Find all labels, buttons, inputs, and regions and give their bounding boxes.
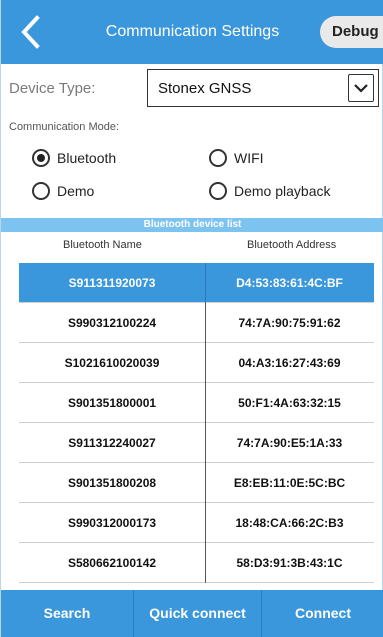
device-row[interactable]: S990312000173 18:48:CA:66:2C:B3: [19, 503, 374, 543]
radio-checked-icon: [32, 149, 50, 167]
radio-unchecked-icon: [209, 149, 227, 167]
device-type-label: Device Type:: [9, 80, 96, 97]
device-name: S901351800001: [67, 396, 157, 410]
device-row[interactable]: S901351800001 50:F1:4A:63:32:15: [19, 383, 374, 423]
device-name: S990312000173: [67, 516, 157, 530]
radio-unchecked-icon: [32, 182, 50, 200]
device-row[interactable]: S990312100224 74:7A:90:75:91:62: [19, 303, 374, 343]
device-name: S990312100224: [67, 316, 157, 330]
radio-demo-playback[interactable]: Demo playback: [209, 182, 331, 200]
device-row[interactable]: S580662100142 58:D3:91:3B:43:1C: [19, 543, 374, 583]
device-row[interactable]: S901351800208 E8:EB:11:0E:5C:BC: [19, 463, 374, 503]
device-address: 50:F1:4A:63:32:15: [238, 396, 341, 410]
device-name: S1021610020039: [64, 356, 160, 370]
dropdown-button[interactable]: [348, 74, 374, 102]
radio-label: Bluetooth: [57, 150, 117, 166]
device-address: 74:7A:90:E5:1A:33: [236, 436, 343, 450]
device-name: S580662100142: [67, 556, 157, 570]
device-address: D4:53:83:61:4C:BF: [236, 276, 343, 290]
column-header-name: Bluetooth Name: [63, 239, 142, 251]
debug-button[interactable]: Debug: [320, 16, 383, 48]
radio-wifi[interactable]: WIFI: [209, 149, 264, 167]
search-button[interactable]: Search: [1, 590, 134, 637]
device-name: S911311920073: [68, 276, 156, 290]
device-address: E8:EB:11:0E:5C:BC: [233, 476, 346, 490]
radio-label: Demo playback: [234, 183, 331, 199]
device-name: S901351800208: [67, 476, 157, 490]
device-type-select[interactable]: Stonex GNSS: [147, 69, 379, 107]
device-list[interactable]: S911311920073 D4:53:83:61:4C:BF S9903121…: [19, 263, 374, 583]
device-address: 18:48:CA:66:2C:B3: [235, 516, 344, 530]
device-row[interactable]: S911311920073 D4:53:83:61:4C:BF: [19, 263, 374, 303]
back-button[interactable]: [15, 14, 49, 50]
footer-bar: Search Quick connect Connect: [1, 590, 383, 637]
column-header-address: Bluetooth Address: [247, 239, 337, 251]
device-address: 58:D3:91:3B:43:1C: [236, 556, 343, 570]
radio-label: Demo: [57, 183, 95, 199]
radio-label: WIFI: [234, 150, 264, 166]
radio-demo[interactable]: Demo: [32, 182, 94, 200]
chevron-down-icon: [354, 84, 368, 93]
quick-connect-button[interactable]: Quick connect: [134, 590, 262, 637]
header-bar: Communication Settings Debug: [1, 0, 383, 64]
chevron-left-icon: [21, 15, 40, 49]
device-list-title: Bluetooth device list: [1, 218, 383, 232]
connect-button[interactable]: Connect: [262, 590, 383, 637]
device-row[interactable]: S1021610020039 04:A3:16:27:43:69: [19, 343, 374, 383]
device-name: S911312240027: [68, 436, 156, 450]
radio-bluetooth[interactable]: Bluetooth: [32, 149, 116, 167]
app-screen: Communication Settings Debug Device Type…: [0, 0, 383, 637]
device-row[interactable]: S911312240027 74:7A:90:E5:1A:33: [19, 423, 374, 463]
device-address: 04:A3:16:27:43:69: [238, 356, 341, 370]
radio-unchecked-icon: [209, 182, 227, 200]
communication-mode-label: Communication Mode:: [9, 121, 120, 133]
device-type-value: Stonex GNSS: [158, 80, 252, 97]
device-address: 74:7A:90:75:91:62: [238, 316, 341, 330]
